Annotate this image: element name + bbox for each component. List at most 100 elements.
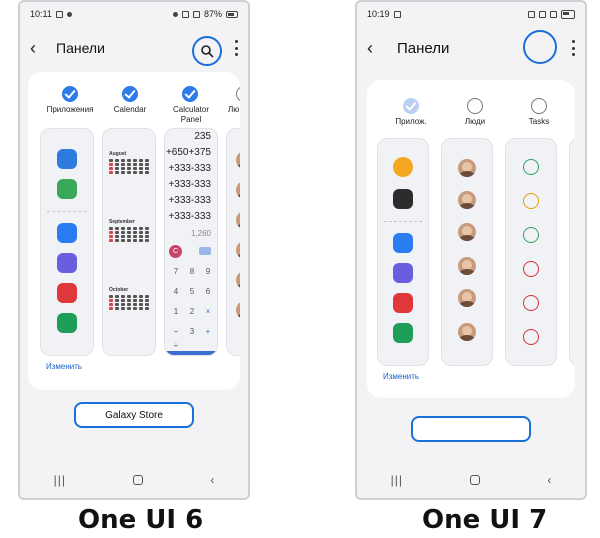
panel-checkbox-calculator[interactable] xyxy=(182,86,198,102)
panels-card: Приложения Calendar Calculator Panel Лю … xyxy=(28,72,240,390)
panel-checkbox-apps[interactable] xyxy=(403,98,419,114)
home-icon[interactable] xyxy=(470,475,481,485)
edit-link[interactable]: Изменить xyxy=(46,362,82,371)
battery-icon xyxy=(226,10,238,18)
panel-checkbox-tasks[interactable] xyxy=(531,98,547,114)
panel-checkbox-people[interactable] xyxy=(467,98,483,114)
status-bar: 10:19 xyxy=(357,2,585,26)
calc-clear-key[interactable]: C xyxy=(169,245,182,258)
calc-key[interactable]: 5 xyxy=(185,287,199,296)
panel-selection-row: Прилож. Люди Tasks xyxy=(367,90,575,130)
highlighted-empty-button[interactable] xyxy=(411,416,531,442)
calc-key[interactable]: − xyxy=(169,327,183,336)
apps-panel-preview[interactable] xyxy=(40,128,94,356)
calc-line: +333-333 xyxy=(168,179,211,190)
location-icon xyxy=(172,11,178,17)
panels-card: Прилож. Люди Tasks Изменить xyxy=(367,80,575,398)
contact-avatar xyxy=(458,323,476,341)
search-button[interactable] xyxy=(192,36,222,66)
calc-key[interactable]: 6 xyxy=(201,287,215,296)
battery-level: 87% xyxy=(203,9,222,19)
calc-key[interactable]: 8 xyxy=(185,267,199,276)
people-panel-preview[interactable] xyxy=(441,138,493,366)
mute-icon xyxy=(528,10,535,18)
tasks-panel-preview[interactable] xyxy=(505,138,557,366)
wifi-icon xyxy=(539,10,546,18)
calendar-month-label: August xyxy=(109,151,127,157)
calendar-month-block: October xyxy=(109,287,149,310)
more-options-icon[interactable] xyxy=(571,40,575,56)
home-icon[interactable] xyxy=(133,475,144,485)
search-button-empty[interactable] xyxy=(523,30,557,64)
calendar-month-block: September xyxy=(109,219,149,242)
contact-avatar xyxy=(458,191,476,209)
back-nav-icon[interactable]: ‹ xyxy=(547,473,551,487)
edit-icon xyxy=(523,295,539,311)
app-bar: ‹ Панели xyxy=(20,26,248,70)
backspace-icon[interactable] xyxy=(199,247,211,255)
internet-app-icon xyxy=(57,253,77,273)
phone-app-icon xyxy=(57,313,77,333)
calc-key[interactable]: 2 xyxy=(185,307,199,316)
galaxy-store-button[interactable]: Galaxy Store xyxy=(74,402,194,428)
alarm-icon xyxy=(523,193,539,209)
back-arrow-icon[interactable]: ‹ xyxy=(367,38,387,59)
calc-key[interactable]: ÷ xyxy=(169,341,183,350)
phone-one-ui-6: 10:11 87% ‹ Панели Приложения Calendar C… xyxy=(18,0,250,500)
settings-notification-icon xyxy=(66,11,72,17)
contact-avatar xyxy=(458,223,476,241)
panel-divider xyxy=(47,211,87,212)
recents-icon[interactable]: ||| xyxy=(54,473,66,487)
calc-key[interactable]: × xyxy=(201,307,215,316)
battery-icon xyxy=(561,9,575,19)
gallery-notification-icon xyxy=(55,10,63,18)
calc-key[interactable]: + xyxy=(201,327,215,336)
calculator-app-icon xyxy=(57,179,77,199)
panel-label-calendar: Calendar xyxy=(113,105,147,114)
contact-avatar xyxy=(236,271,240,289)
calculator-panel-preview[interactable]: 235 +650+375 +333-333 +333-333 +333-333 … xyxy=(164,128,218,356)
panel-divider xyxy=(384,221,422,222)
calc-line: +333-333 xyxy=(168,195,211,206)
notes-app-icon xyxy=(57,283,77,303)
add-event-icon xyxy=(523,227,539,243)
recents-icon[interactable]: ||| xyxy=(391,473,403,487)
notes-icon xyxy=(393,293,413,313)
apps-panel-preview[interactable] xyxy=(377,138,429,366)
calendar-panel-preview[interactable]: August September October xyxy=(102,128,156,356)
panel-checkbox-apps[interactable] xyxy=(62,86,78,102)
messages-icon xyxy=(393,233,413,253)
panel-label-people: Лю xyxy=(228,105,240,114)
contact-avatar xyxy=(236,301,240,319)
calc-line: +333-333 xyxy=(168,211,211,222)
gallery-notification-icon xyxy=(393,10,401,18)
panel-checkbox-calendar[interactable] xyxy=(122,86,138,102)
add-contact-icon xyxy=(523,329,539,345)
back-nav-icon[interactable]: ‹ xyxy=(210,473,214,487)
calc-key[interactable]: 9 xyxy=(201,267,215,276)
calc-key[interactable]: 4 xyxy=(169,287,183,296)
calc-line: 235 xyxy=(194,131,211,142)
people-panel-preview[interactable] xyxy=(226,128,240,356)
back-arrow-icon[interactable]: ‹ xyxy=(30,38,50,59)
calc-key[interactable]: 1 xyxy=(169,307,183,316)
phone-icon xyxy=(393,323,413,343)
calendar-app-icon xyxy=(57,149,77,169)
page-title: Панели xyxy=(397,39,450,57)
calc-key[interactable]: 3 xyxy=(185,327,199,336)
panel-label-people: Люди xyxy=(464,117,486,126)
caption-one-ui-7: One UI 7 xyxy=(422,505,548,535)
panel-checkbox-people[interactable] xyxy=(236,86,240,102)
search-contact-icon xyxy=(523,159,539,175)
page-title: Панели xyxy=(56,40,105,56)
navigation-bar: ||| ‹ xyxy=(357,470,585,490)
calendar-month-label: September xyxy=(109,219,135,225)
calendar-month-label: October xyxy=(109,287,129,293)
edit-link[interactable]: Изменить xyxy=(383,372,419,381)
next-panel-preview[interactable] xyxy=(569,138,575,366)
status-time: 10:19 xyxy=(367,9,390,19)
calc-line: +650+375 xyxy=(165,147,211,158)
more-options-icon[interactable] xyxy=(234,40,238,56)
calc-key[interactable]: 7 xyxy=(169,267,183,276)
calc-line: +333-333 xyxy=(168,163,211,174)
